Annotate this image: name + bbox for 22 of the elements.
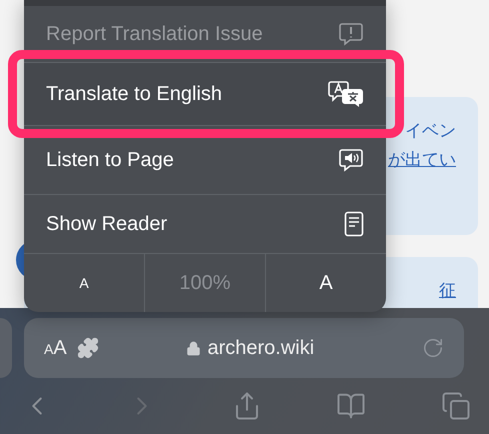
menu-item[interactable]: Listen to Page xyxy=(24,126,386,195)
adjacent-tab[interactable] xyxy=(0,318,12,378)
translate-icon xyxy=(328,80,364,108)
toolbar-button[interactable] xyxy=(336,391,366,421)
page-format-button[interactable]: AA xyxy=(44,336,67,360)
page-link[interactable]: 征 xyxy=(384,279,456,302)
menu-item[interactable]: Translate to English xyxy=(24,63,386,126)
extension-icon[interactable] xyxy=(76,337,99,359)
address-field[interactable]: AA archero.wiki xyxy=(24,318,464,378)
lock-icon xyxy=(186,340,202,356)
url-text: archero.wiki xyxy=(207,336,314,360)
tabs-icon xyxy=(441,391,471,421)
toolbar-button[interactable] xyxy=(441,391,471,421)
exclamation-bubble-icon xyxy=(338,21,364,47)
reload-icon[interactable] xyxy=(422,337,444,359)
book-icon xyxy=(336,391,366,421)
document-icon xyxy=(344,211,364,237)
menu-item[interactable]: Show Reader xyxy=(24,195,386,254)
decrease-text-button[interactable]: A xyxy=(24,254,144,312)
speaker-bubble-icon xyxy=(338,147,364,173)
page-text: イベン xyxy=(404,120,456,142)
page-link[interactable]: が出てい xyxy=(384,148,456,171)
